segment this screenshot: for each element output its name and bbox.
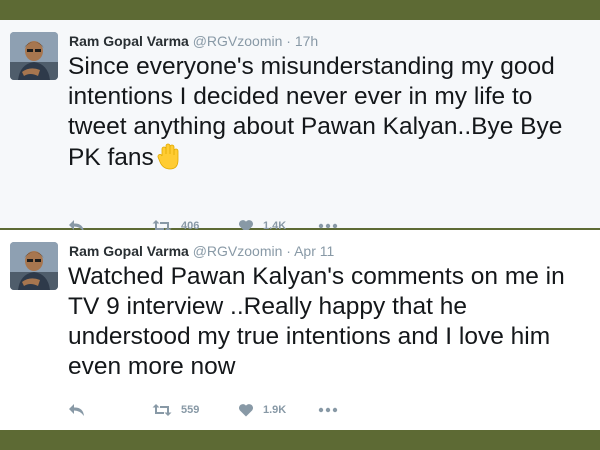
retweet-count: 559: [181, 404, 200, 416]
more-button[interactable]: [318, 400, 338, 420]
more-icon: [318, 407, 338, 413]
tweet-timestamp[interactable]: 17h: [295, 33, 318, 49]
heart-icon: [238, 404, 254, 417]
like-button[interactable]: 1.9K: [238, 400, 286, 420]
reply-icon: [69, 404, 84, 416]
tweet-text: Watched Pawan Kalyan's comments on me in…: [68, 263, 565, 380]
tweet-header: Ram Gopal Varma @RGVzoomin · 17h: [69, 33, 318, 49]
author-handle[interactable]: @RGVzoomin: [193, 33, 283, 49]
reply-button[interactable]: [68, 400, 86, 420]
tweet-timestamp[interactable]: Apr 11: [294, 243, 334, 259]
tweet-text: Since everyone's misunderstanding my goo…: [68, 52, 593, 178]
retweet-icon: [152, 404, 172, 416]
separator: ·: [286, 33, 291, 49]
tweet-card[interactable]: Ram Gopal Varma @RGVzoomin · Apr 11 Watc…: [0, 230, 600, 430]
retweet-button[interactable]: 559: [152, 400, 199, 420]
raised-hand-emoji: [157, 142, 181, 178]
avatar[interactable]: [10, 32, 58, 80]
like-count: 1.9K: [263, 404, 287, 416]
author-handle[interactable]: @RGVzoomin: [193, 243, 283, 259]
more-icon: [318, 223, 338, 229]
tweet-text-content: Since everyone's misunderstanding my goo…: [68, 53, 563, 171]
avatar[interactable]: [10, 242, 58, 290]
tweet-header: Ram Gopal Varma @RGVzoomin · Apr 11: [69, 243, 334, 259]
author-name[interactable]: Ram Gopal Varma: [69, 33, 189, 49]
tweet-card[interactable]: Ram Gopal Varma @RGVzoomin · 17h Since e…: [0, 20, 600, 233]
author-name[interactable]: Ram Gopal Varma: [69, 243, 189, 259]
separator: ·: [286, 243, 291, 259]
